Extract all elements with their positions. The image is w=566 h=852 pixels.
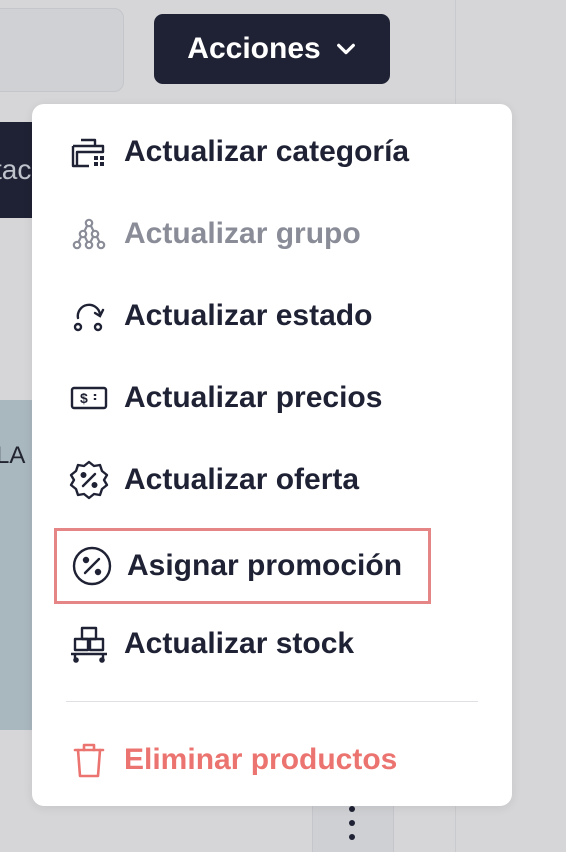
menu-item-label: Actualizar grupo	[124, 217, 361, 250]
trash-icon	[66, 737, 112, 783]
menu-item-update-offer[interactable]: Actualizar oferta	[66, 452, 359, 508]
menu-divider	[66, 701, 478, 702]
menu-item-update-category[interactable]: Actualizar categoría	[66, 124, 409, 180]
actions-button-label: Acciones	[187, 32, 321, 65]
background-header-text: tac	[0, 154, 32, 185]
status-cycle-icon	[66, 293, 112, 339]
background-row-text: LA	[0, 442, 26, 469]
price-tag-icon: $	[66, 375, 112, 421]
actions-button[interactable]: Acciones	[154, 14, 390, 84]
menu-item-label: Actualizar categoría	[124, 135, 410, 168]
group-tree-icon	[66, 211, 112, 257]
menu-item-label: Actualizar stock	[124, 627, 355, 660]
promotion-percent-icon	[69, 543, 115, 589]
svg-text:$: $	[80, 390, 88, 406]
menu-item-delete-products[interactable]: Eliminar productos	[66, 732, 397, 788]
actions-menu: Actualizar categoría Actualizar grupo Ac…	[32, 104, 512, 806]
menu-item-label: Actualizar precios	[124, 381, 383, 414]
category-icon	[66, 129, 112, 175]
menu-item-update-prices[interactable]: $ Actualizar precios	[66, 370, 382, 426]
menu-item-assign-promotion[interactable]: Asignar promoción	[54, 528, 432, 604]
menu-item-update-status[interactable]: Actualizar estado	[66, 288, 372, 344]
menu-item-label: Actualizar estado	[124, 299, 373, 332]
menu-item-label: Eliminar productos	[124, 743, 398, 776]
background-search-field	[0, 8, 124, 92]
stock-boxes-icon	[66, 621, 112, 667]
chevron-down-icon	[336, 43, 355, 55]
menu-item-update-stock[interactable]: Actualizar stock	[66, 616, 354, 672]
menu-item-label: Asignar promoción	[127, 549, 403, 582]
menu-item-update-group: Actualizar grupo	[66, 206, 361, 262]
offer-badge-icon	[66, 457, 112, 503]
menu-item-label: Actualizar oferta	[124, 463, 360, 496]
row-more-icon[interactable]	[340, 806, 364, 840]
